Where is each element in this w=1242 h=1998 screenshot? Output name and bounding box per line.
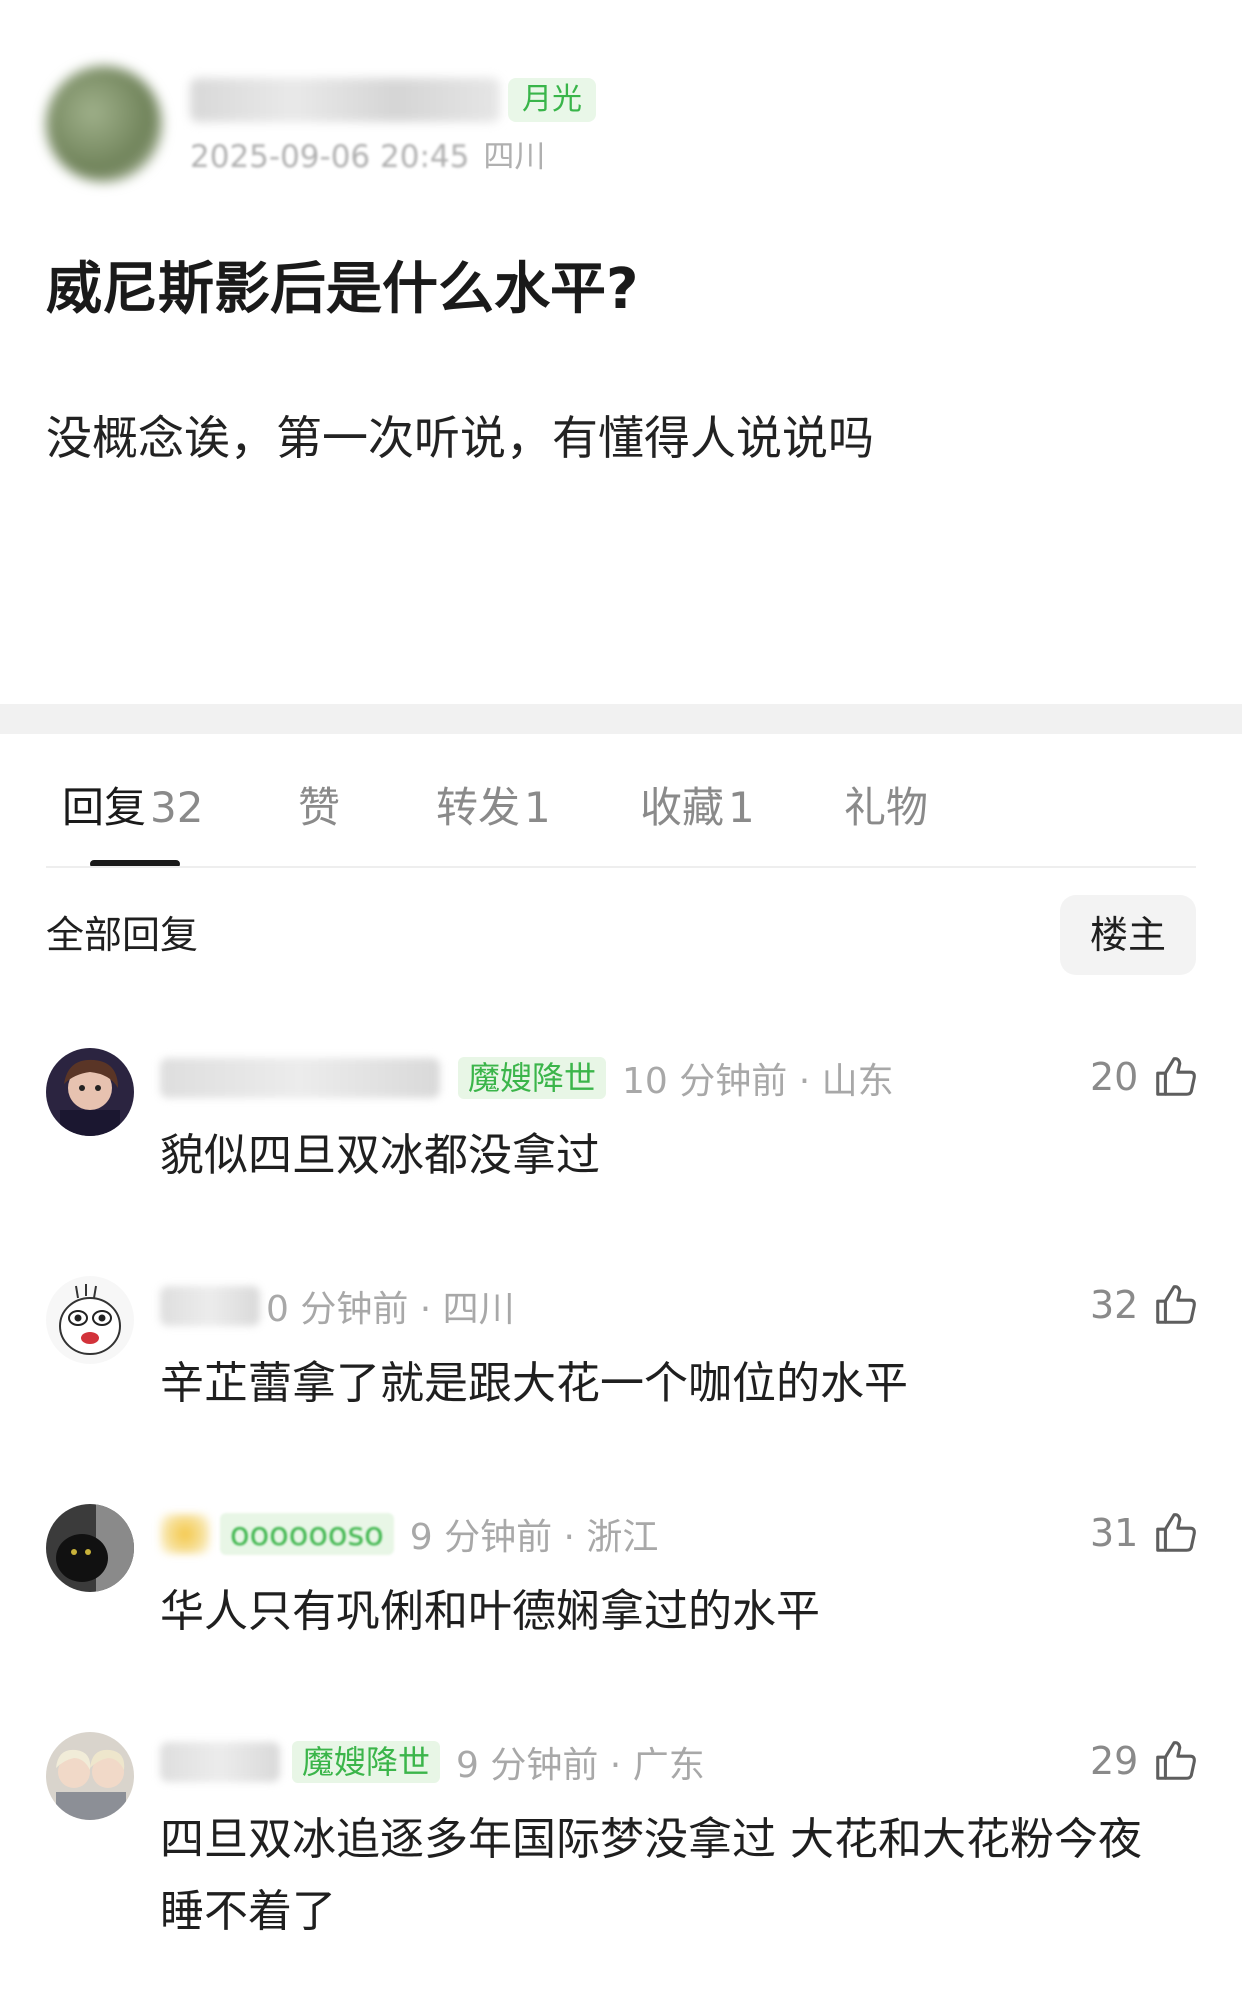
commenter-badge: 魔嫂降世 <box>458 1057 607 1099</box>
commenter-avatar[interactable] <box>46 1732 134 1820</box>
post-tabs: 回复32 赞 转发1 收藏1 礼物 <box>0 734 1242 868</box>
post-meta: 2025-09-06 20:45 四川 <box>190 138 545 176</box>
tab-replies[interactable]: 回复32 <box>62 778 203 838</box>
tab-count: 1 <box>728 783 755 832</box>
tabs-divider <box>46 866 1196 868</box>
avatar-image <box>46 1504 134 1592</box>
tab-likes[interactable]: 赞 <box>298 778 340 838</box>
commenter-avatar[interactable] <box>46 1504 134 1592</box>
op-only-filter-button[interactable]: 楼主 <box>1060 895 1196 975</box>
comment-header: ooooooso 9 分钟前 · 浙江 <box>160 1504 658 1564</box>
tab-label: 收藏 <box>640 783 725 832</box>
commenter-badge: ooooooso <box>220 1513 394 1555</box>
comment-header: 魔嫂降世 9 分钟前 · 广东 <box>160 1732 705 1792</box>
like-button[interactable]: 29 <box>1090 1738 1198 1784</box>
thumbs-up-icon <box>1156 1741 1197 1780</box>
post-timestamp: 2025-09-06 20:45 <box>190 139 470 175</box>
comment-text: 辛芷蕾拿了就是跟大花一个咖位的水平 <box>160 1358 908 1409</box>
section-divider <box>0 704 1242 734</box>
commenter-avatar[interactable] <box>46 1048 134 1136</box>
tab-label: 回复 <box>62 783 147 832</box>
author-name-blurred[interactable] <box>190 78 500 122</box>
commenter-name-blurred[interactable] <box>160 1742 280 1782</box>
thumbs-up-icon <box>1156 1513 1197 1552</box>
post-title: 威尼斯影后是什么水平? <box>46 257 639 322</box>
like-button[interactable]: 31 <box>1090 1510 1198 1556</box>
author-avatar[interactable] <box>46 66 162 182</box>
avatar-image <box>46 1276 134 1364</box>
post-location: 四川 <box>483 139 546 175</box>
comment-meta: 9 分钟前 · 浙江 <box>409 1517 659 1558</box>
post-card: 月光 2025-09-06 20:45 四川 威尼斯影后是什么水平? 没概念诶，第… <box>0 0 1242 704</box>
commenter-name-blurred[interactable] <box>160 1514 210 1554</box>
tab-favorites[interactable]: 收藏1 <box>640 778 755 838</box>
comment-meta: 10 分钟前 · 山东 <box>622 1061 894 1102</box>
commenter-name-blurred[interactable] <box>160 1058 440 1098</box>
comment-text: 华人只有巩俐和叶德娴拿过的水平 <box>160 1586 820 1637</box>
avatar-image <box>46 1048 134 1136</box>
comment-meta: 9 分钟前 · 广东 <box>456 1745 705 1786</box>
thumbs-up-icon <box>1156 1057 1197 1096</box>
commenter-avatar[interactable] <box>46 1276 134 1364</box>
commenter-name-blurred[interactable] <box>160 1286 260 1326</box>
comment-header: 0 分钟前 · 四川 <box>160 1276 515 1336</box>
tab-reposts[interactable]: 转发1 <box>436 778 551 838</box>
comment-text: 貌似四旦双冰都没拿过 <box>160 1130 600 1181</box>
avatar-image <box>46 1732 134 1820</box>
commenter-badge: 魔嫂降世 <box>292 1741 441 1783</box>
comment-meta: 0 分钟前 · 四川 <box>266 1289 515 1330</box>
all-replies-label: 全部回复 <box>46 913 199 957</box>
post-body: 没概念诶，第一次听说，有懂得人说说吗 <box>46 411 874 465</box>
tab-count: 1 <box>524 783 551 832</box>
tab-count: 32 <box>150 783 204 832</box>
like-count: 29 <box>1090 1739 1139 1783</box>
like-button[interactable]: 32 <box>1090 1282 1198 1328</box>
like-button[interactable]: 20 <box>1090 1054 1198 1100</box>
comment-header: 魔嫂降世 10 分钟前 · 山东 <box>160 1048 894 1108</box>
like-count: 32 <box>1090 1283 1139 1327</box>
author-badge: 月光 <box>508 78 596 122</box>
like-count: 31 <box>1090 1511 1139 1555</box>
thumbs-up-icon <box>1156 1285 1197 1324</box>
comment-text: 四旦双冰追逐多年国际梦没拿过 大花和大花粉今夜睡不着了 <box>160 1814 1142 1937</box>
tab-gifts[interactable]: 礼物 <box>844 778 928 838</box>
like-count: 20 <box>1090 1055 1139 1099</box>
tab-label: 转发 <box>436 783 521 832</box>
tab-label: 礼物 <box>844 783 929 832</box>
tab-label: 赞 <box>298 783 341 832</box>
